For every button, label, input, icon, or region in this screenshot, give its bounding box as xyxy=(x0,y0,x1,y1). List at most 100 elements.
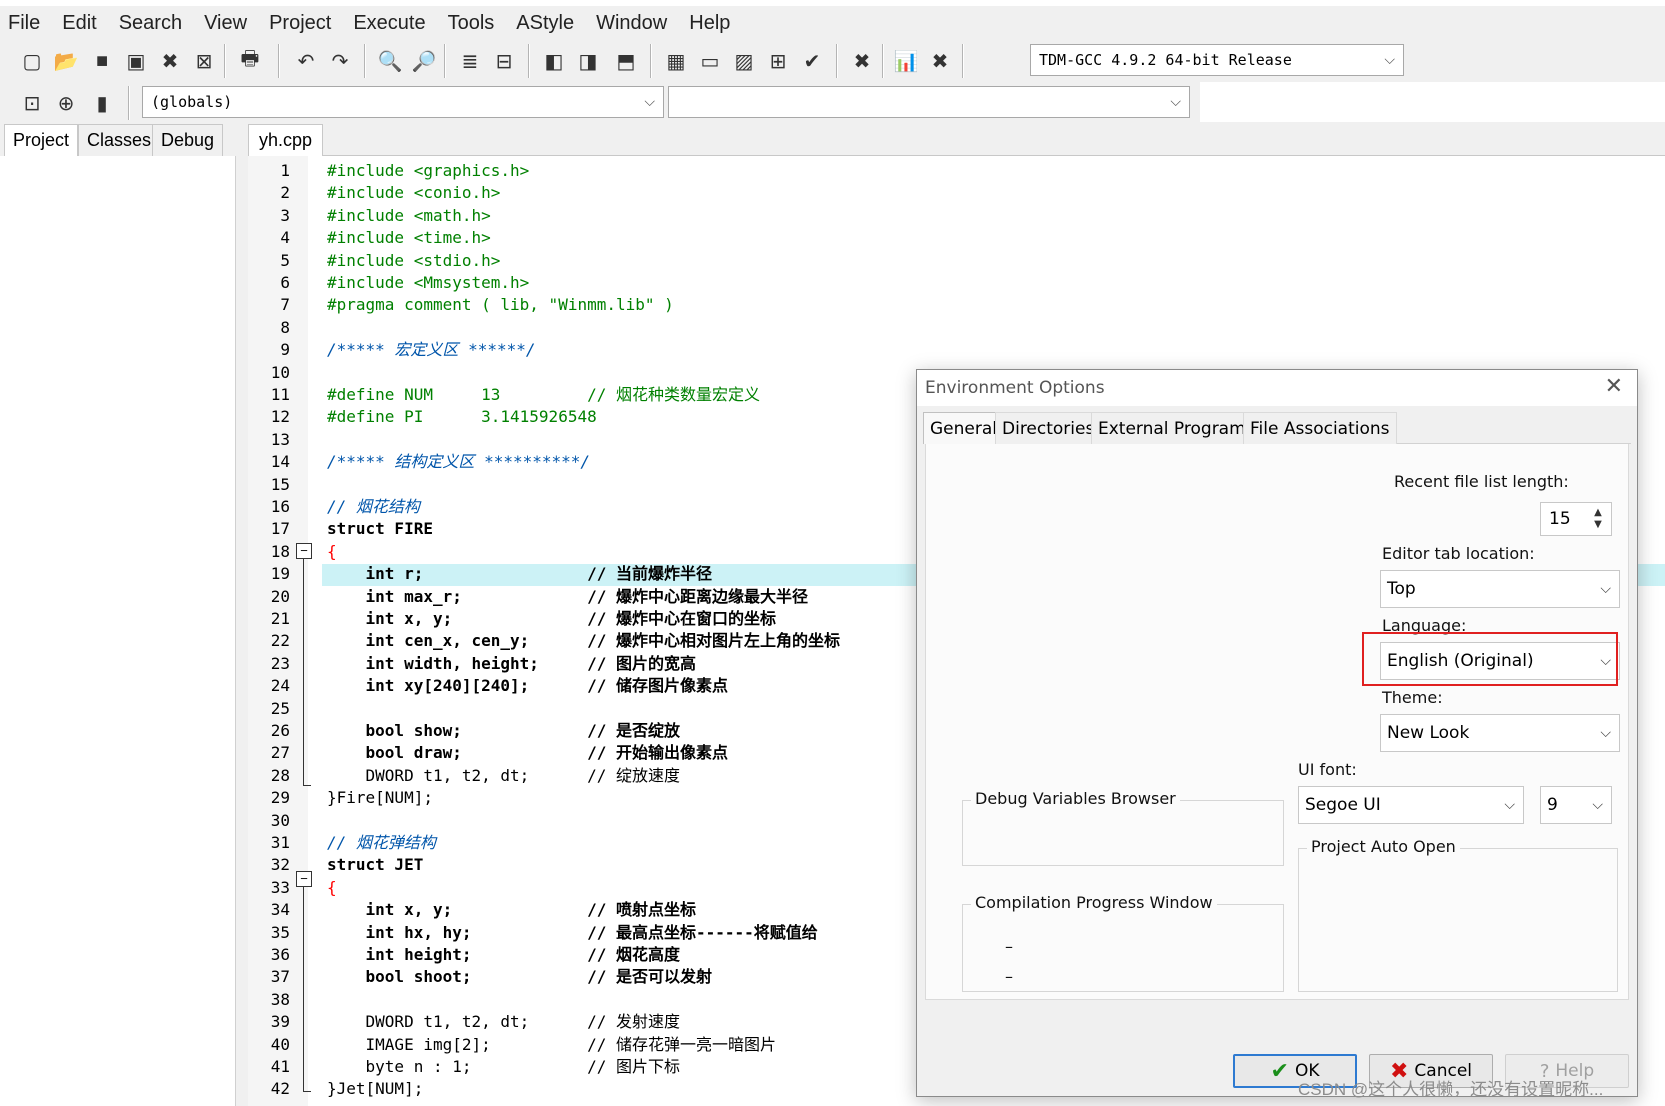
compiler-select-value: TDM-GCC 4.9.2 64-bit Release xyxy=(1039,51,1292,69)
menu-file[interactable]: File xyxy=(8,12,40,35)
editor-tab-location-select[interactable]: Top ⌵ xyxy=(1380,570,1620,608)
compile-option-1[interactable]: – xyxy=(1005,937,1013,956)
fold-toggle-icon[interactable]: − xyxy=(296,871,312,887)
find-icon[interactable]: 🔍 xyxy=(376,47,404,75)
tile-icon[interactable]: ▦ xyxy=(662,47,690,75)
line-number: 28 xyxy=(270,765,290,785)
window-icon[interactable]: ▭ xyxy=(696,47,724,75)
color-window-icon[interactable]: ▨ xyxy=(730,47,758,75)
save-all-icon[interactable]: ▣ xyxy=(122,47,150,75)
theme-select[interactable]: New Look ⌵ xyxy=(1380,714,1620,752)
line-number: 12 xyxy=(270,407,290,427)
line-number: 20 xyxy=(270,586,290,606)
project-auto-open-title: Project Auto Open xyxy=(1307,837,1460,856)
menu-bar: File Edit Search View Project Execute To… xyxy=(0,6,1665,40)
code-line: int width, height; // 图片的宽高 xyxy=(327,653,696,673)
line-number: 21 xyxy=(270,609,290,628)
menu-edit[interactable]: Edit xyxy=(62,12,96,35)
line-number: 32 xyxy=(270,855,290,875)
recent-file-spinner[interactable]: 15 ▲ ▼ xyxy=(1540,502,1612,536)
code-line: int cen_x, cen_y; // 爆炸中心相对图片左上角的坐标 xyxy=(327,631,840,651)
menu-astyle[interactable]: AStyle xyxy=(516,12,574,35)
add-class-icon[interactable]: ⊕ xyxy=(52,89,80,117)
environment-options-dialog: Environment Options ✕ General Directorie… xyxy=(916,369,1638,1097)
dialog-titlebar[interactable]: Environment Options ✕ xyxy=(917,370,1637,406)
code-line: #include <math.h> xyxy=(327,205,491,225)
open-file-icon[interactable]: 📂 xyxy=(52,47,80,75)
close-file-icon[interactable]: ✖ xyxy=(156,47,184,75)
redo-icon[interactable]: ↷ xyxy=(326,47,354,75)
compile-option-2[interactable]: – xyxy=(1005,967,1013,986)
line-number: 5 xyxy=(280,250,290,270)
line-number: 14 xyxy=(270,452,290,472)
new-file-icon[interactable]: ▢ xyxy=(18,47,46,75)
debug-variables-title: Debug Variables Browser xyxy=(971,789,1180,808)
code-line: #include <conio.h> xyxy=(327,183,501,203)
project-tree-panel xyxy=(0,156,236,1106)
chevron-down-icon: ⌵ xyxy=(1504,797,1515,813)
code-line: #include <stdio.h> xyxy=(327,250,501,270)
tab-file-associations[interactable]: File Associations xyxy=(1243,412,1397,444)
undo-icon[interactable]: ↶ xyxy=(292,47,320,75)
compiler-select[interactable]: TDM-GCC 4.9.2 64-bit Release ⌵ xyxy=(1030,44,1404,76)
code-line: #pragma comment ( lib, "Winmm.lib" ) xyxy=(327,295,674,315)
bookmark-next-icon[interactable]: ◨ xyxy=(574,47,602,75)
line-number: 37 xyxy=(270,967,290,987)
menu-search[interactable]: Search xyxy=(119,12,182,35)
fold-line xyxy=(303,887,304,1091)
line-number: 24 xyxy=(270,676,290,696)
delete-profile-icon[interactable]: ✖ xyxy=(926,47,954,75)
tab-classes[interactable]: Classes xyxy=(78,124,161,156)
scope-select[interactable]: (globals) ⌵ xyxy=(142,86,664,118)
menu-view[interactable]: View xyxy=(204,12,247,35)
print-icon[interactable]: 🖶 xyxy=(236,47,264,75)
toolbar-separator xyxy=(364,44,366,78)
scope-select-value: (globals) xyxy=(151,93,233,111)
menu-window[interactable]: Window xyxy=(596,12,667,35)
theme-label: Theme: xyxy=(1382,688,1443,707)
chevron-down-icon: ⌵ xyxy=(1384,52,1395,68)
pane-splitter[interactable] xyxy=(236,122,248,1106)
spinner-arrows-icon[interactable]: ▲ ▼ xyxy=(1589,506,1607,532)
insert-icon[interactable]: ▮ xyxy=(88,89,116,117)
tab-external-programs[interactable]: External Programs xyxy=(1091,412,1262,444)
close-all-icon[interactable]: ⊠ xyxy=(190,47,218,75)
indent-icon[interactable]: ≣ xyxy=(456,47,484,75)
code-line: /***** 宏定义区 ******/ xyxy=(327,340,536,360)
check-icon[interactable]: ✔ xyxy=(798,47,826,75)
class-browser-icon[interactable]: ⊡ xyxy=(18,89,46,117)
save-icon[interactable]: ■ xyxy=(88,47,116,75)
menu-tools[interactable]: Tools xyxy=(448,12,495,35)
menu-execute[interactable]: Execute xyxy=(353,12,425,35)
ui-font-size-select[interactable]: 9 ⌵ xyxy=(1540,786,1612,824)
member-select[interactable]: ⌵ xyxy=(668,86,1190,118)
fold-toggle-icon[interactable]: − xyxy=(296,543,312,559)
class-toolbar: ⊡ ⊕ ▮ (globals) ⌵ ⌵ xyxy=(0,82,1200,122)
ui-font-select[interactable]: Segoe UI ⌵ xyxy=(1298,786,1524,824)
menu-project[interactable]: Project xyxy=(269,12,331,35)
fold-line xyxy=(303,559,304,785)
editor-tab-location-value: Top xyxy=(1387,579,1416,599)
line-number: 33 xyxy=(270,877,290,897)
line-number: 4 xyxy=(280,228,290,248)
checkmark-icon: ✔ xyxy=(1270,1058,1289,1084)
chevron-down-icon: ⌵ xyxy=(1600,581,1611,597)
bookmark-prev-icon[interactable]: ◧ xyxy=(540,47,568,75)
tab-project[interactable]: Project xyxy=(4,124,79,156)
line-number: 23 xyxy=(270,653,290,673)
goto-line-icon[interactable]: ⬒ xyxy=(612,47,640,75)
toolbar-separator xyxy=(836,44,838,78)
menu-help[interactable]: Help xyxy=(689,12,730,35)
replace-icon[interactable]: 🔎 xyxy=(410,47,438,75)
tab-debug[interactable]: Debug xyxy=(152,124,224,156)
tab-yh-cpp[interactable]: yh.cpp xyxy=(248,124,324,156)
close-icon[interactable]: ✕ xyxy=(1605,374,1623,399)
chart-icon[interactable]: 📊 xyxy=(892,47,920,75)
stop-icon[interactable]: ✖ xyxy=(848,47,876,75)
tab-general[interactable]: General xyxy=(923,412,1004,444)
code-line: /***** 结构定义区 **********/ xyxy=(327,452,591,472)
grid-icon[interactable]: ⊞ xyxy=(764,47,792,75)
unindent-icon[interactable]: ⊟ xyxy=(490,47,518,75)
tab-directories[interactable]: Directories xyxy=(995,412,1102,444)
code-line: int x, y; // 喷射点坐标 xyxy=(327,900,696,920)
